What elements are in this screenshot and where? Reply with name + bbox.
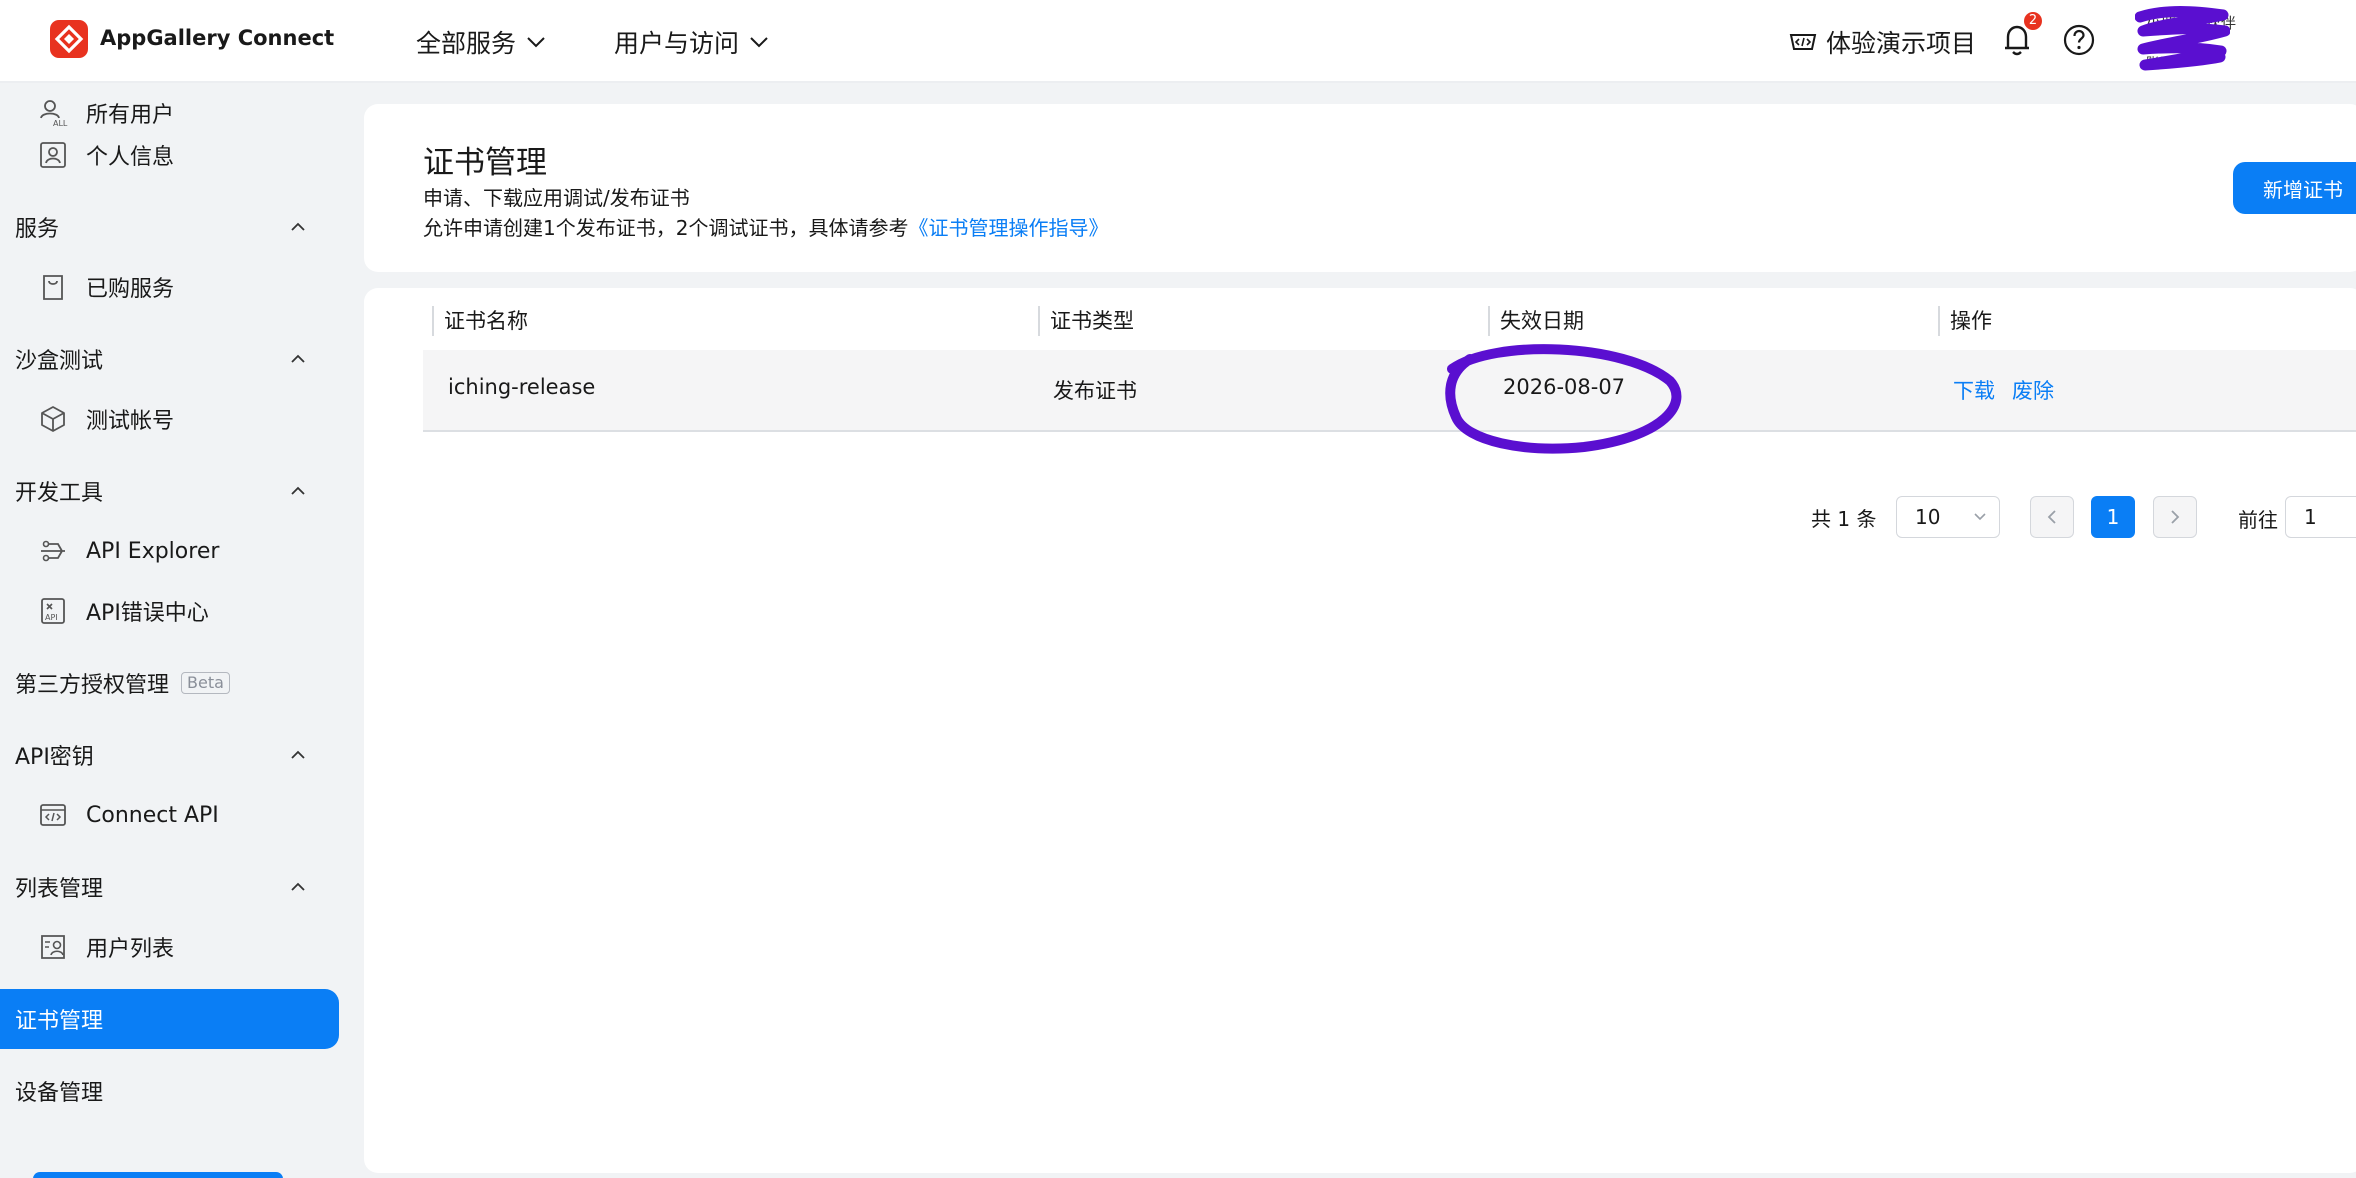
sidebar-item-label: 用户列表	[86, 937, 175, 962]
page-size-select[interactable]: 10	[1896, 496, 2000, 538]
chevron-up-icon	[291, 222, 305, 231]
sidebar-item-label: Connect API	[86, 802, 219, 828]
sidebar-section-label: 开发工具	[15, 481, 104, 506]
chevron-up-icon	[291, 354, 305, 363]
sidebar-section-services[interactable]: 服务	[0, 197, 340, 257]
svg-text:API: API	[45, 613, 58, 622]
sidebar-section-label: API密钥	[15, 745, 94, 770]
notification-badge: 2	[2024, 12, 2042, 30]
sidebar-section-third-party-auth[interactable]: 第三方授权管理 Beta	[0, 653, 340, 713]
sidebar-bottom-button[interactable]	[33, 1172, 283, 1178]
sidebar-item-certificate-management[interactable]: 证书管理	[0, 989, 339, 1049]
prev-page-button[interactable]	[2030, 496, 2074, 538]
certificate-table-card: 证书名称 证书类型 失效日期 操作 iching-release 发布证书 20…	[364, 288, 2356, 1173]
user-list-icon	[41, 935, 65, 959]
sidebar-section-label: 服务	[15, 217, 60, 242]
sidebar-item-device-management[interactable]: 设备管理	[0, 1061, 340, 1121]
sidebar-section-label: 沙盒测试	[15, 349, 104, 374]
chevron-up-icon	[291, 750, 305, 759]
next-page-button[interactable]	[2153, 496, 2197, 538]
sidebar-section-label: 列表管理	[15, 877, 104, 902]
chevron-down-icon	[527, 37, 545, 48]
chevron-left-icon	[2047, 510, 2056, 524]
download-link[interactable]: 下载	[1953, 375, 1995, 405]
column-header-name: 证书名称	[432, 306, 528, 336]
sidebar-item-test-account[interactable]: 测试帐号	[0, 389, 340, 449]
chevron-right-icon	[2171, 510, 2180, 524]
column-header-type: 证书类型	[1038, 306, 1134, 336]
page-description-quota: 允许申请创建1个发布证书，2个调试证书，具体请参考《证书管理操作指导》	[423, 212, 1108, 241]
profile-icon	[40, 142, 66, 168]
sidebar-item-user-list[interactable]: 用户列表	[0, 917, 340, 977]
code-window-icon	[40, 804, 66, 826]
page-size-value: 10	[1915, 505, 1941, 529]
top-bar: AppGallery Connect 全部服务 用户与访问 体验演示项目 2 小…	[0, 0, 2356, 83]
chevron-up-icon	[291, 486, 305, 495]
sidebar-section-sandbox[interactable]: 沙盒测试	[0, 329, 340, 389]
chevron-down-icon	[750, 37, 768, 48]
column-header-actions: 操作	[1938, 306, 1992, 336]
current-page-button[interactable]: 1	[2091, 496, 2135, 538]
sidebar-item-label: 个人信息	[86, 145, 175, 170]
sidebar-item-label: 测试帐号	[86, 409, 175, 434]
sidebar-item-api-error-center[interactable]: API API错误中心	[0, 581, 340, 641]
certificate-type: 发布证书	[1053, 379, 1137, 403]
nav-users-access[interactable]: 用户与访问	[614, 24, 769, 60]
page-header-card: 证书管理 申请、下载应用调试/发布证书 允许申请创建1个发布证书，2个调试证书，…	[364, 104, 2356, 272]
sidebar-section-label: 第三方授权管理	[15, 673, 170, 698]
guide-link[interactable]: 《证书管理操作指导》	[908, 216, 1108, 240]
api-error-icon: API	[41, 598, 65, 624]
sidebar-section-list-management[interactable]: 列表管理	[0, 857, 340, 917]
redaction-scribble[interactable]	[2135, 5, 2230, 71]
nav-users-access-label: 用户与访问	[614, 29, 740, 58]
sidebar-item-connect-api[interactable]: Connect API	[0, 785, 340, 845]
chevron-down-icon	[1974, 513, 1986, 521]
sidebar-item-label: 已购服务	[86, 277, 175, 302]
sidebar-section-devtools[interactable]: 开发工具	[0, 461, 340, 521]
goto-page-input[interactable]: 1	[2285, 496, 2356, 538]
demo-project-icon	[1789, 34, 1817, 50]
sidebar-section-api-keys[interactable]: API密钥	[0, 725, 340, 785]
demo-project-link[interactable]: 体验演示项目	[1788, 24, 1976, 60]
sidebar-item-api-explorer[interactable]: API Explorer	[0, 521, 340, 581]
certificate-name: iching-release	[448, 375, 596, 399]
sidebar: ALL 所有用户 个人信息 服务 已购服务 沙盒测试 测试帐号 开发工具 API…	[0, 83, 340, 1178]
sidebar-item-profile[interactable]: 个人信息	[0, 125, 340, 185]
revoke-link[interactable]: 废除	[2012, 375, 2054, 405]
brand-name[interactable]: AppGallery Connect	[100, 26, 334, 50]
cube-icon	[41, 406, 65, 432]
api-explorer-icon	[41, 540, 65, 562]
add-certificate-button[interactable]: 新增证书	[2233, 162, 2356, 214]
all-users-icon: ALL	[40, 100, 68, 128]
shopping-bag-icon	[43, 275, 63, 300]
sidebar-item-label: 设备管理	[15, 1081, 104, 1106]
demo-project-label: 体验演示项目	[1826, 29, 1977, 58]
sidebar-item-label: 证书管理	[15, 1009, 104, 1034]
chevron-up-icon	[291, 882, 305, 891]
nav-all-services-label: 全部服务	[416, 29, 517, 58]
sidebar-item-label: API错误中心	[86, 601, 209, 626]
page-description: 申请、下载应用调试/发布证书	[423, 186, 690, 210]
sidebar-item-label: API Explorer	[86, 538, 220, 564]
table-row: iching-release 发布证书 2026-08-07 下载 废除	[423, 350, 2356, 432]
appgallery-logo-icon[interactable]	[50, 20, 88, 58]
goto-label: 前往	[2238, 508, 2278, 532]
sidebar-item-purchased[interactable]: 已购服务	[0, 257, 340, 317]
certificate-expiry: 2026-08-07	[1503, 375, 1626, 399]
page-title: 证书管理	[423, 145, 547, 181]
beta-badge: Beta	[181, 672, 230, 694]
help-icon[interactable]	[2062, 23, 2096, 57]
quota-text: 允许申请创建1个发布证书，2个调试证书，具体请参考	[423, 216, 909, 240]
column-header-expiry: 失效日期	[1488, 306, 1584, 336]
pagination-total: 共 1 条	[1811, 507, 1877, 531]
nav-all-services[interactable]: 全部服务	[416, 24, 546, 60]
